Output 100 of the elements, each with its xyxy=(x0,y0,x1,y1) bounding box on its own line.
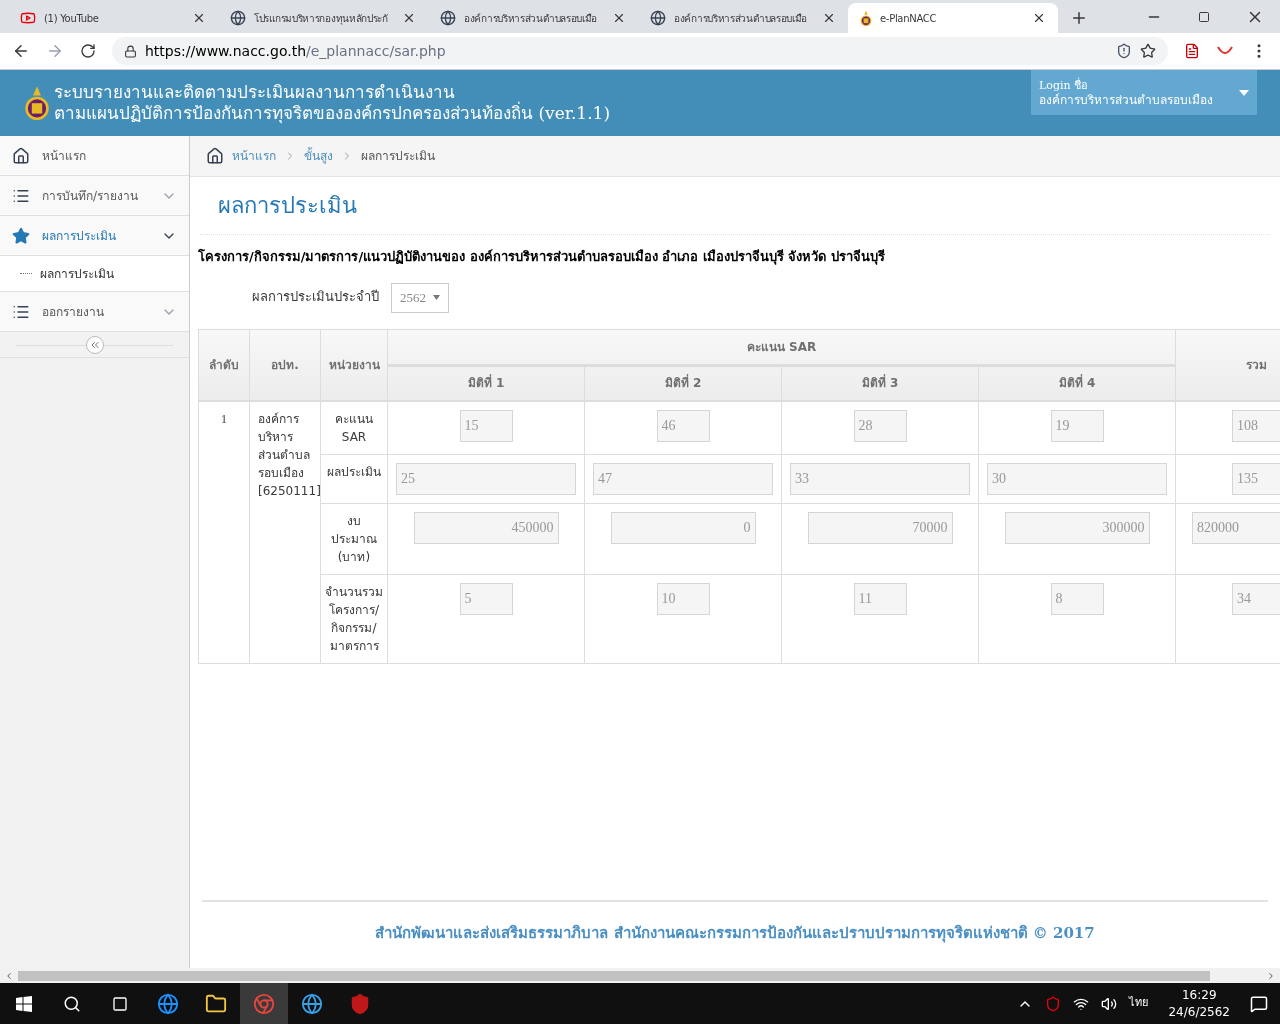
sidebar-subitem[interactable]: ผลการประเมิน xyxy=(0,256,189,292)
page-title: ผลการประเมิน xyxy=(218,192,358,220)
bookmark-star-icon[interactable] xyxy=(1140,43,1156,59)
column-header: หน่วยงาน xyxy=(320,329,388,401)
breadcrumb-link[interactable]: ขั้นสูง xyxy=(304,147,333,165)
count-field[interactable]: 10 xyxy=(656,583,710,615)
result-field[interactable]: 25 xyxy=(396,463,576,495)
budget-field[interactable]: 70000 xyxy=(807,512,953,544)
home-icon xyxy=(206,147,224,165)
column-header: มิติที่ 1 xyxy=(387,365,585,401)
url-text: https://www.nacc.go.th/e_plannacc/sar.php xyxy=(145,41,447,61)
table-cell: 1 xyxy=(198,401,250,664)
browser-tab[interactable]: e-PlanNACC xyxy=(848,3,1058,33)
star-icon xyxy=(12,226,30,245)
close-icon[interactable] xyxy=(822,11,836,25)
back-icon[interactable] xyxy=(12,42,30,60)
result-field[interactable]: 33 xyxy=(790,463,970,495)
row-label: คะแนน SAR xyxy=(320,401,388,455)
antivirus-icon[interactable] xyxy=(1045,995,1062,1012)
tab-title: องค์การบริหารส่วนตำบลรอบเมือ xyxy=(674,11,809,26)
footer-text: สำนักพัฒนาและส่งเสริมธรรมาภิบาล สำนักงานคณะกรรมการป้องกันและปราบปรามการทุจริตแห่งชาติ © 2017 xyxy=(375,923,1095,942)
horizontal-scrollbar[interactable] xyxy=(0,968,1280,983)
clock[interactable]: 16:29 24/6/2562 xyxy=(1160,986,1238,1021)
login-menu[interactable]: Login ชื่อ องค์การบริหารส่วนตำบลรอบเมือง xyxy=(1031,70,1257,115)
year-select[interactable]: 2562 xyxy=(391,282,449,313)
score-field[interactable]: 108 xyxy=(1232,410,1280,442)
column-header: รวม xyxy=(1175,329,1280,401)
browser-tab[interactable]: โปรแกรมบริหารกองทุนหลักประกั xyxy=(218,3,428,33)
score-field[interactable]: 28 xyxy=(853,410,907,442)
close-icon[interactable] xyxy=(402,11,416,25)
login-name: องค์การบริหารส่วนตำบลรอบเมือง xyxy=(1039,92,1214,108)
result-field[interactable]: 135 xyxy=(1232,463,1280,495)
table-cell: องค์การบริหารส่วนตำบลรอบเมือง [6250111] xyxy=(249,401,321,664)
row-label: ผลประเมิน xyxy=(320,454,388,504)
browser-tab[interactable]: องค์การบริหารส่วนตำบลรอบเมือ xyxy=(428,3,638,33)
sidebar-item[interactable]: หน้าแรก xyxy=(0,136,189,176)
volume-icon[interactable] xyxy=(1101,995,1118,1012)
budget-field[interactable]: 0 xyxy=(610,512,756,544)
globe-icon xyxy=(230,10,246,26)
site-title: ตามแผนปฏิบัติการป้องกันการทุจริตขององค์กรปกครองส่วนท้องถิ่น (ver.1.1) xyxy=(54,103,611,124)
result-field[interactable]: 47 xyxy=(593,463,773,495)
scroll-right-icon[interactable] xyxy=(1266,970,1276,981)
browser-tab[interactable]: องค์การบริหารส่วนตำบลรอบเมือ xyxy=(638,3,848,33)
browser-tab[interactable]: (1) YouTube xyxy=(8,3,218,33)
sidebar-item[interactable]: ออกรายงาน xyxy=(0,292,189,332)
browser-icon[interactable] xyxy=(157,992,179,1015)
task-view-icon[interactable] xyxy=(112,995,128,1012)
score-field[interactable]: 46 xyxy=(656,410,710,442)
home-icon xyxy=(12,146,30,165)
count-field[interactable]: 8 xyxy=(1050,583,1104,615)
count-field[interactable]: 5 xyxy=(459,583,513,615)
scroll-left-icon[interactable] xyxy=(4,970,14,981)
notifications-icon[interactable] xyxy=(1250,994,1268,1013)
shield-icon[interactable] xyxy=(349,992,371,1015)
count-field[interactable]: 34 xyxy=(1232,583,1280,615)
login-label: Login ชื่อ xyxy=(1039,77,1090,93)
new-tab-icon[interactable] xyxy=(1070,9,1088,27)
sidebar-item[interactable]: ผลการประเมิน xyxy=(0,216,189,256)
sidebar-item[interactable]: การบันทึก/รายงาน xyxy=(0,176,189,216)
caret-icon xyxy=(433,295,440,300)
column-header: มิติที่ 2 xyxy=(584,365,782,401)
tab-title: องค์การบริหารส่วนตำบลรอบเมือ xyxy=(464,11,599,26)
close-icon[interactable] xyxy=(612,11,626,25)
video-play-icon xyxy=(20,10,36,26)
score-field[interactable]: 15 xyxy=(459,410,513,442)
reload-icon[interactable] xyxy=(80,43,96,59)
column-header: มิติที่ 3 xyxy=(781,365,979,401)
windows-logo-icon[interactable] xyxy=(16,995,32,1012)
address-bar[interactable]: https://www.nacc.go.th/e_plannacc/sar.php xyxy=(112,37,1168,65)
globe-icon xyxy=(650,10,666,26)
shield-icon[interactable] xyxy=(1116,43,1132,59)
column-group-header: คะแนน SAR xyxy=(387,329,1176,365)
tab-title: (1) YouTube xyxy=(44,11,100,26)
pdf-icon[interactable] xyxy=(1184,43,1200,59)
close-icon[interactable] xyxy=(192,11,206,25)
globe-icon xyxy=(440,10,456,26)
folder-icon[interactable] xyxy=(205,992,227,1015)
tab-title: โปรแกรมบริหารกองทุนหลักประกั xyxy=(254,11,389,26)
budget-field[interactable]: 820000 xyxy=(1192,512,1280,544)
score-field[interactable]: 19 xyxy=(1050,410,1104,442)
column-header: อปท. xyxy=(249,329,321,401)
year-label: ผลการประเมินประจำปี xyxy=(252,287,379,306)
count-field[interactable]: 11 xyxy=(853,583,907,615)
chrome-icon[interactable] xyxy=(253,992,275,1015)
breadcrumb-current: ผลการประเมิน xyxy=(361,148,435,165)
search-icon[interactable] xyxy=(63,994,81,1013)
close-icon[interactable] xyxy=(1032,11,1046,25)
budget-field[interactable]: 450000 xyxy=(413,512,559,544)
result-field[interactable]: 30 xyxy=(987,463,1167,495)
row-label: จำนวนรวมโครงการ/กิจกรรม/มาตรการ xyxy=(320,574,388,664)
lock-icon xyxy=(124,44,137,58)
smile-icon[interactable] xyxy=(1216,45,1234,57)
breadcrumb-link[interactable]: หน้าแรก xyxy=(232,147,276,165)
column-header: ลำดับ xyxy=(198,329,250,401)
restore-icon[interactable] xyxy=(1198,10,1210,23)
emblem-logo-icon xyxy=(24,84,50,122)
language-indicator[interactable]: ไทย xyxy=(1129,995,1149,1012)
caret-icon xyxy=(1239,89,1249,96)
budget-field[interactable]: 300000 xyxy=(1004,512,1150,544)
forward-icon[interactable] xyxy=(46,42,64,60)
